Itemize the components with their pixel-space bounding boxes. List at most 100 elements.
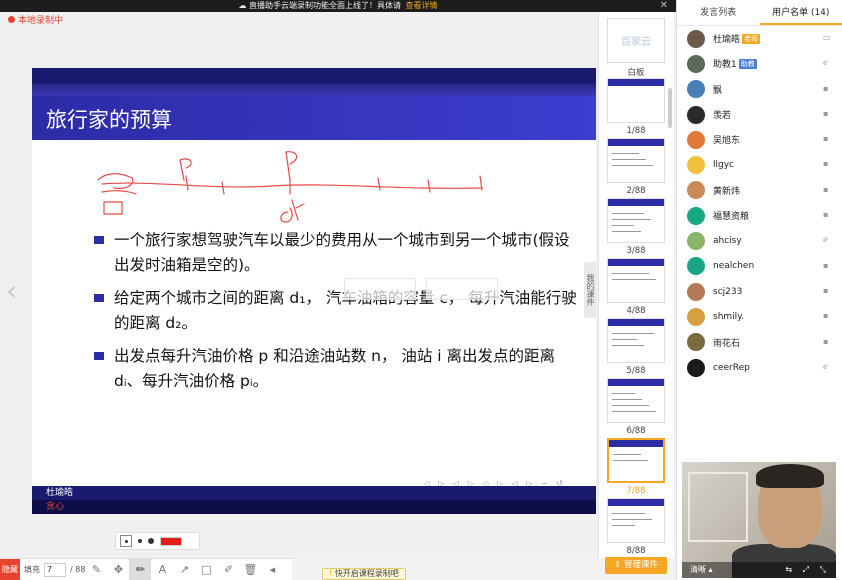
slide-thumb[interactable]	[607, 318, 665, 363]
footer-author: 杜瑜皓	[32, 486, 596, 500]
user-name: 雨花石	[713, 338, 741, 349]
user-row[interactable]: 黄新炜 ▪	[677, 178, 842, 203]
desktop-icon: ▭	[823, 33, 831, 42]
slide-thumb[interactable]	[607, 78, 665, 123]
avatar	[687, 232, 705, 251]
thumb-title-bar	[608, 379, 664, 386]
brush-icon[interactable]: ✎	[85, 559, 107, 580]
pen-icon[interactable]: ✏	[129, 558, 152, 580]
thumb-title-bar	[608, 499, 664, 506]
whiteboard-thumb[interactable]: 百家云	[607, 18, 665, 63]
collapse-toolbar-icon[interactable]: ◂	[261, 559, 283, 580]
manage-courseware-button[interactable]: ⇪ 管理课件	[605, 557, 667, 574]
pen-size-medium[interactable]	[138, 539, 142, 543]
avatar	[687, 333, 705, 352]
user-row[interactable]: 杜瑜皓 老师 ▭	[677, 26, 842, 51]
video-person-hair	[756, 464, 824, 488]
video-quality-select[interactable]: 清晰 ▴	[690, 565, 713, 574]
user-name: 福慧资粮	[713, 212, 750, 223]
user-row[interactable]: 羡若 ▪	[677, 102, 842, 127]
windows-icon: ▪	[823, 83, 829, 93]
text-icon[interactable]: A	[151, 559, 173, 580]
avatar	[687, 80, 705, 99]
user-row[interactable]: scj233 ▪	[677, 279, 842, 304]
user-name: scj233	[713, 286, 743, 297]
thumb-text-line	[612, 513, 645, 514]
move-icon[interactable]: ✥	[107, 559, 129, 580]
slide-thumb-label: 4/88	[626, 306, 646, 316]
record-reminder-toast[interactable]: ! 快开启课程录制吧	[322, 568, 406, 580]
slide-thumb[interactable]	[607, 378, 665, 423]
fill-label[interactable]: 填充	[24, 564, 40, 575]
slide-thumb[interactable]	[607, 198, 665, 243]
whiteboard-logo: 百家云	[621, 37, 651, 48]
rectangle-icon[interactable]: □	[195, 559, 217, 580]
tab-speech-list[interactable]: 发言列表	[677, 0, 760, 25]
tab-user-list[interactable]: 用户名单 (14)	[759, 0, 842, 25]
slide-thumb[interactable]	[607, 498, 665, 543]
pen-color-swatch[interactable]	[160, 536, 182, 546]
thumb-text-line	[613, 460, 648, 461]
avatar	[687, 54, 705, 73]
hide-toolbar-button[interactable]: 隐藏	[0, 558, 20, 580]
video-control-bar: 清晰 ▴ ⇆ ⤢ ⤡	[682, 562, 836, 578]
bullet-item: 出发点每升汽油价格 p 和沿途油站数 n， 油站 i 离出发点的距离 dᵢ、每升…	[94, 344, 584, 394]
arrow-icon[interactable]: ↗	[173, 559, 195, 580]
close-icon[interactable]: ✕	[660, 0, 668, 12]
my-courseware-tab[interactable]: 我的课件	[584, 262, 596, 318]
user-name: llgyc	[713, 160, 734, 171]
teacher-video[interactable]	[682, 462, 836, 578]
thumb-title-bar	[608, 139, 664, 146]
overlay-control-left[interactable]	[344, 278, 416, 300]
avatar	[687, 358, 705, 377]
user-row[interactable]: 吴旭东 ▪	[677, 127, 842, 152]
thumb-text-line	[612, 159, 646, 160]
prev-slide-chevron-icon[interactable]: ‹	[6, 274, 17, 307]
panel-tabs: 发言列表 用户名单 (14)	[677, 0, 842, 26]
thumb-text-line	[612, 333, 654, 334]
thumb-text-line	[612, 525, 635, 526]
record-dot-icon	[8, 16, 15, 23]
overlay-control-right[interactable]	[426, 278, 498, 300]
user-row[interactable]: 助教1 助教 ℯ	[677, 51, 842, 76]
user-row[interactable]: llgyc ▪	[677, 152, 842, 177]
pen-size-large[interactable]	[148, 538, 154, 544]
user-name: 杜瑜皓	[713, 35, 741, 46]
thumb-text-line	[613, 454, 641, 455]
trash-icon[interactable]: 🗑	[239, 559, 261, 580]
avatar	[687, 307, 705, 326]
user-name: 飘	[713, 85, 723, 96]
slide-thumb[interactable]	[607, 258, 665, 303]
video-controls-icon[interactable]: ⇆ ⤢ ⤡	[785, 562, 830, 578]
user-name: ahcisy	[713, 236, 742, 247]
page-number-input[interactable]: 7	[44, 562, 66, 577]
slide-stage: 本地录制中 ‹ 旅行家的预算 一个旅行家想驾驶汽车以最少的费用从一个城市到另一个…	[0, 12, 598, 558]
user-row[interactable]: nealchen ▪	[677, 254, 842, 279]
notice-icon: ☁	[238, 1, 249, 10]
video-background-shelf	[688, 472, 748, 542]
bullet-item: 一个旅行家想驾驶汽车以最少的费用从一个城市到另一个城市(假设出发时油箱是空的)。	[94, 228, 584, 278]
windows-icon: ▪	[823, 134, 829, 144]
pen-palette	[115, 532, 200, 550]
user-row[interactable]: ahcisy ℯ	[677, 228, 842, 253]
avatar	[687, 181, 705, 200]
user-name: 助教1	[713, 60, 737, 71]
slide-title: 旅行家的预算	[46, 108, 172, 132]
notice-bar: ☁ 直播助手云端录制功能全面上线了！具体请 查看详情 ✕	[0, 0, 676, 12]
bullet-square-icon	[94, 294, 104, 302]
user-row[interactable]: 福慧资粮 ▪	[677, 203, 842, 228]
notice-detail-link[interactable]: 查看详情	[406, 1, 438, 10]
windows-icon: ▪	[823, 336, 829, 346]
user-row[interactable]: 飘 ▪	[677, 77, 842, 102]
eraser-icon[interactable]: ✐	[217, 559, 239, 580]
slide-thumb[interactable]	[607, 438, 665, 483]
slide-thumb[interactable]	[607, 138, 665, 183]
user-row[interactable]: ceerRep ℯ	[677, 355, 842, 380]
user-row[interactable]: shmily. ▪	[677, 304, 842, 329]
user-row[interactable]: 雨花石 ▪	[677, 330, 842, 355]
thumb-title-bar	[609, 440, 663, 447]
thumbnail-scrollbar[interactable]	[668, 88, 672, 128]
user-name: ceerRep	[713, 362, 750, 373]
pen-size-small[interactable]	[120, 535, 132, 547]
bullet-item: 给定两个城市之间的距离 d₁， 汽车油箱的容量 c， 每升汽油能行驶的距离 d₂…	[94, 286, 584, 336]
